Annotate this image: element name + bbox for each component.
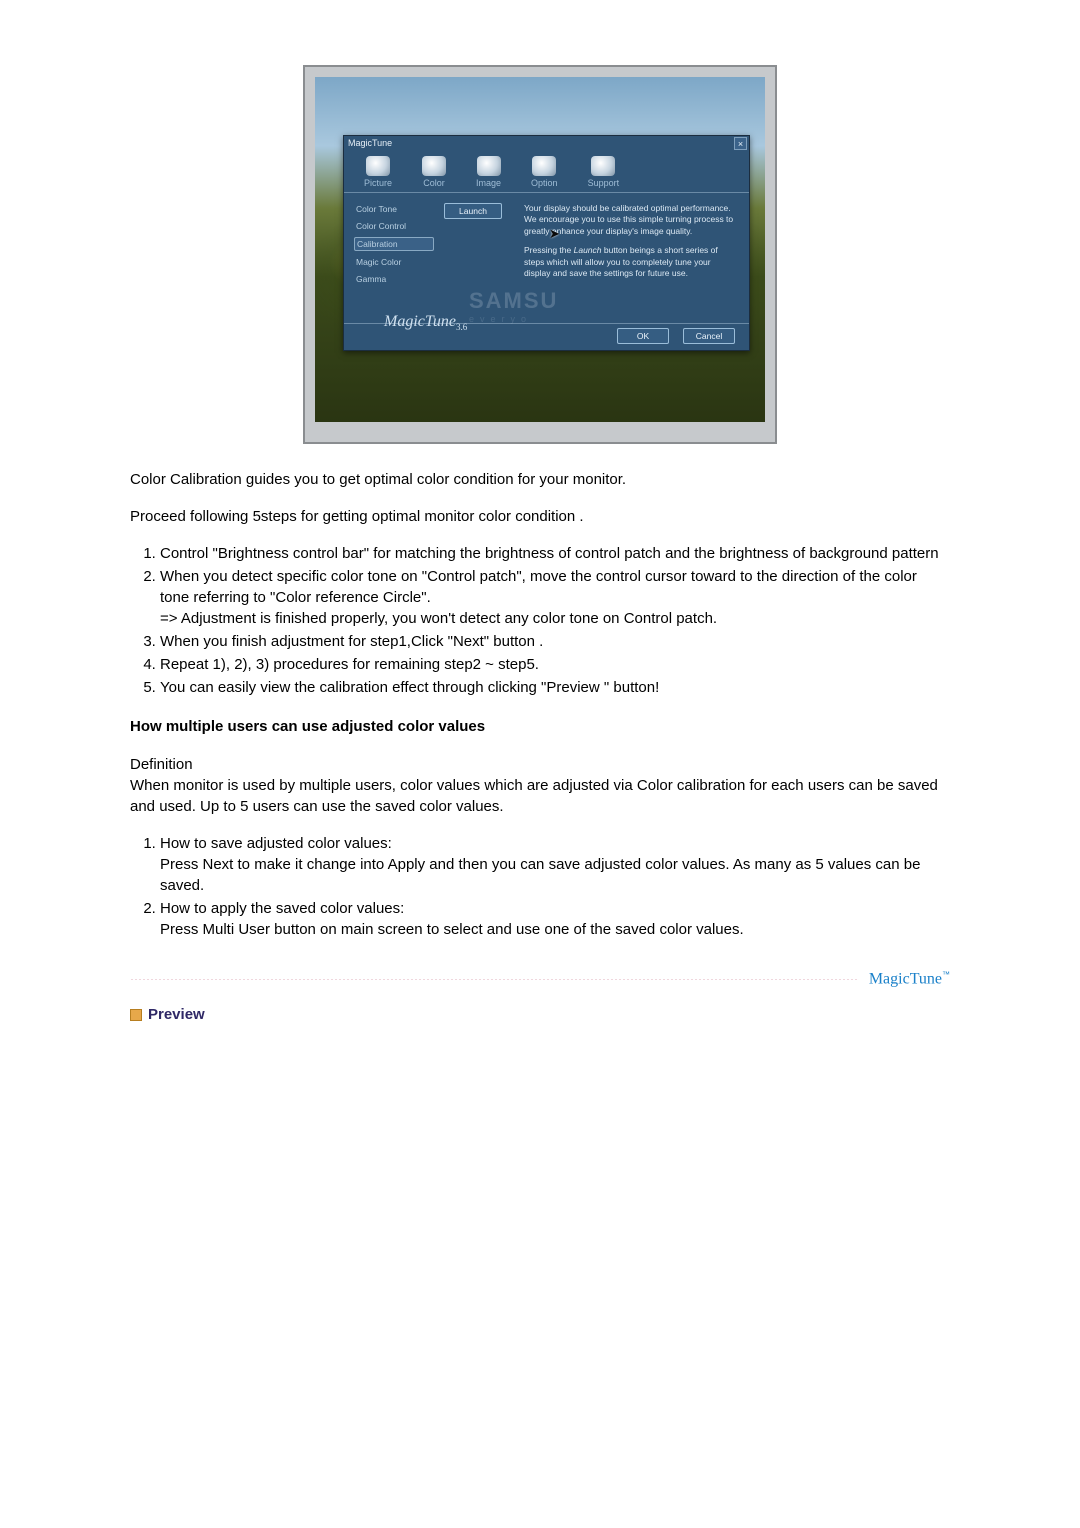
list-item-title: How to save adjusted color values: [160, 835, 392, 852]
watermark-tagline: everyo [469, 314, 729, 324]
picture-icon [366, 156, 390, 176]
list-item: When you detect specific color tone on "… [160, 566, 950, 629]
tab-image[interactable]: Image [476, 156, 501, 188]
definition-label: Definition [130, 756, 950, 773]
monitor-frame: MagicTune × Picture Color Image Option S… [303, 65, 777, 444]
image-icon [477, 156, 501, 176]
window-title: MagicTune [348, 138, 392, 148]
preview-label: Preview [148, 1006, 205, 1023]
howto-list: How to save adjusted color values: Press… [160, 833, 950, 940]
document-body: Color Calibration guides you to get opti… [130, 469, 950, 1023]
watermark-brand: SAMSU [469, 288, 729, 314]
close-icon[interactable]: × [734, 137, 747, 150]
magictune-logo: MagicTune3.6 [384, 313, 467, 332]
tab-option[interactable]: Option [531, 156, 558, 188]
list-item: How to apply the saved color values: Pre… [160, 898, 950, 940]
window-titlebar: MagicTune × [344, 136, 749, 150]
square-bullet-icon [130, 1009, 142, 1021]
list-item-title: How to apply the saved color values: [160, 900, 404, 917]
tab-color[interactable]: Color [422, 156, 446, 188]
magictune-window: MagicTune × Picture Color Image Option S… [343, 135, 750, 351]
tab-label: Support [588, 178, 620, 188]
ok-button[interactable]: OK [617, 328, 669, 344]
list-item: You can easily view the calibration effe… [160, 677, 950, 698]
support-icon [591, 156, 615, 176]
sidebar-item-color-control[interactable]: Color Control [354, 220, 434, 232]
list-item-body: Press Multi User button on main screen t… [160, 921, 744, 938]
cancel-button[interactable]: Cancel [683, 328, 735, 344]
magictune-logo: MagicTune™ [869, 970, 950, 988]
intro-paragraph: Color Calibration guides you to get opti… [130, 469, 950, 490]
list-item: Control "Brightness control bar" for mat… [160, 543, 950, 564]
preview-heading: Preview [130, 1006, 950, 1023]
list-item: How to save adjusted color values: Press… [160, 833, 950, 896]
tab-bar: Picture Color Image Option Support [344, 150, 749, 193]
watermark: SAMSU everyo [469, 288, 729, 324]
page: MagicTune × Picture Color Image Option S… [130, 65, 950, 1023]
steps-list: Control "Brightness control bar" for mat… [160, 543, 950, 698]
cursor-icon: ➤ [549, 225, 560, 243]
definition-text: When monitor is used by multiple users, … [130, 775, 950, 817]
screen: MagicTune × Picture Color Image Option S… [315, 77, 765, 422]
tab-support[interactable]: Support [588, 156, 620, 188]
launch-button[interactable]: Launch [444, 203, 502, 219]
section-divider: MagicTune™ [130, 970, 950, 988]
dotted-rule [130, 979, 859, 980]
section-heading: How multiple users can use adjusted colo… [130, 718, 950, 735]
tab-label: Image [476, 178, 501, 188]
color-sidebar: Color Tone Color Control Calibration Mag… [354, 203, 434, 313]
sidebar-item-magic-color[interactable]: Magic Color [354, 256, 434, 268]
tab-picture[interactable]: Picture [364, 156, 392, 188]
tab-label: Color [423, 178, 445, 188]
sidebar-item-gamma[interactable]: Gamma [354, 273, 434, 285]
color-icon [422, 156, 446, 176]
tab-label: Picture [364, 178, 392, 188]
list-item-body: Press Next to make it change into Apply … [160, 856, 920, 894]
sidebar-item-color-tone[interactable]: Color Tone [354, 203, 434, 215]
option-icon [532, 156, 556, 176]
info-paragraph: Pressing the Launch button beings a shor… [524, 245, 737, 279]
tab-label: Option [531, 178, 558, 188]
list-item: Repeat 1), 2), 3) procedures for remaini… [160, 654, 950, 675]
intro-paragraph: Proceed following 5steps for getting opt… [130, 506, 950, 527]
sidebar-item-calibration[interactable]: Calibration [354, 237, 434, 251]
list-item: When you finish adjustment for step1,Cli… [160, 631, 950, 652]
